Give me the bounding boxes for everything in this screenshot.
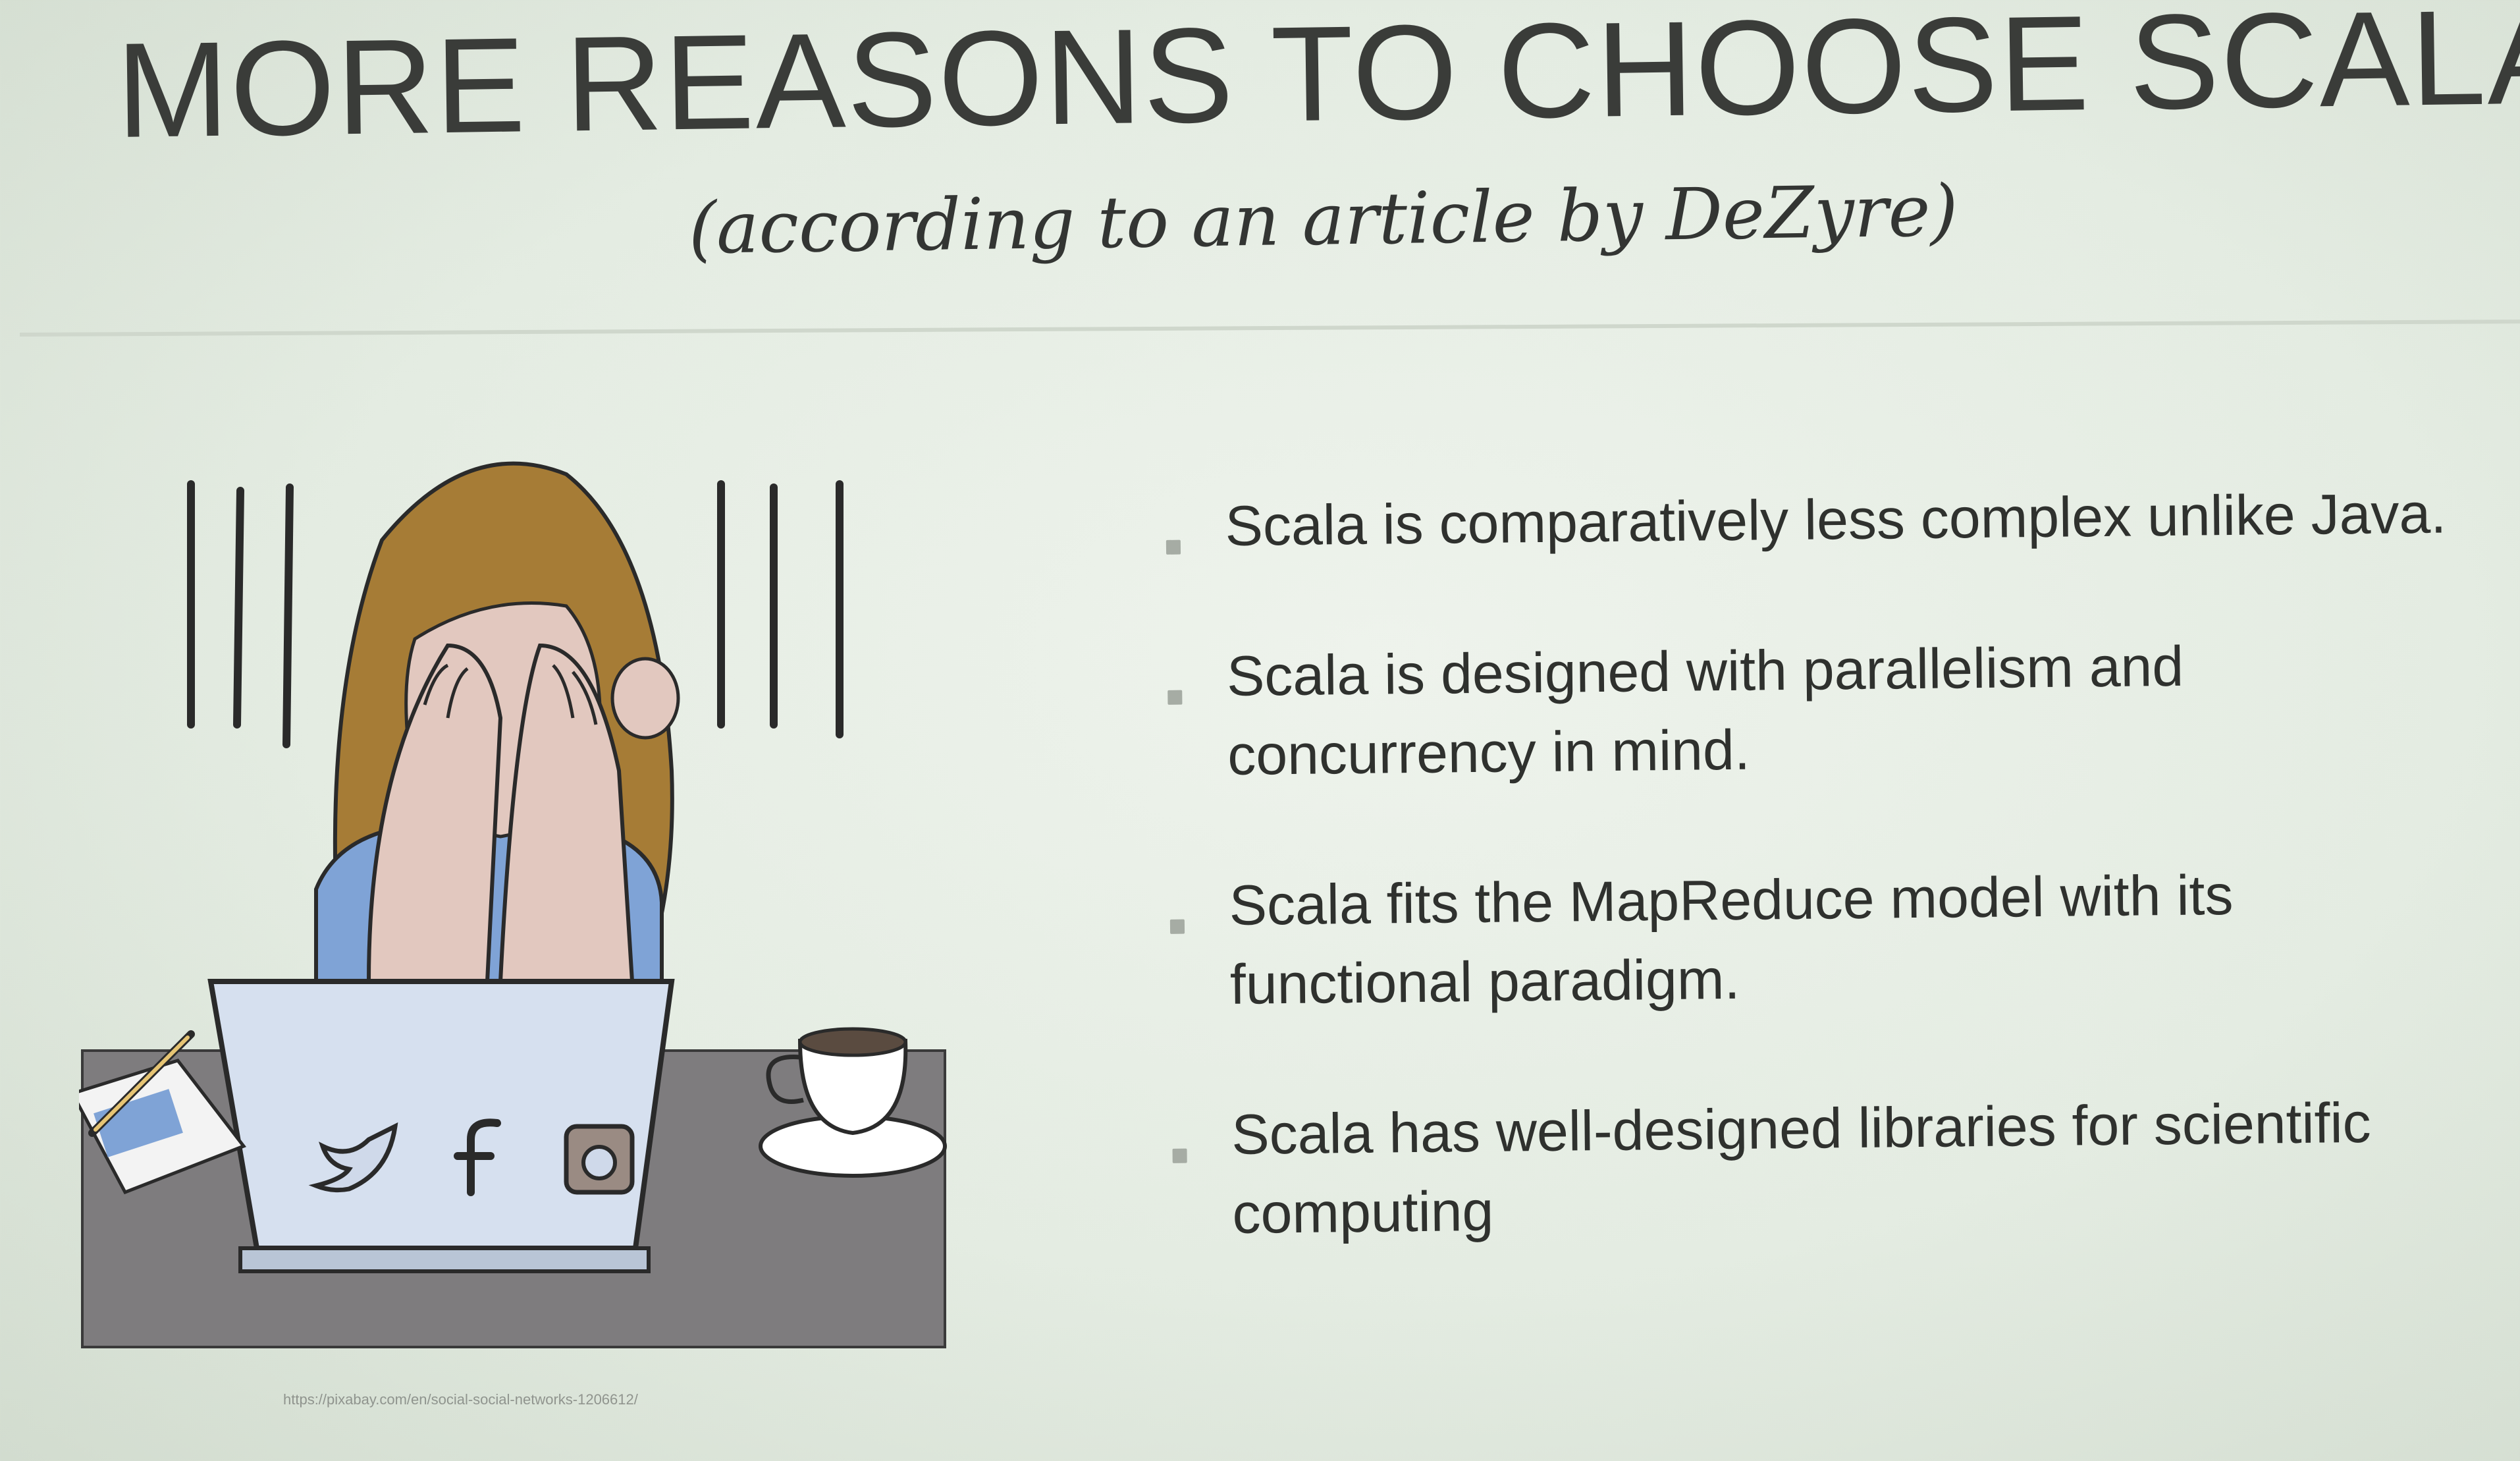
list-item: Scala is comparatively less complex unli…: [1159, 474, 2470, 566]
instagram-icon: [564, 1124, 635, 1195]
bullet-icon: [1169, 919, 1185, 934]
bullet-text: Scala has well-designed libraries for sc…: [1231, 1091, 2372, 1246]
slide-subtitle: (according to an article by DeZyre): [688, 170, 1959, 270]
divider: [20, 319, 2520, 337]
bullet-icon: [1172, 1148, 1187, 1163]
list-item: Scala has well-designed libraries for sc…: [1166, 1082, 2477, 1254]
bullet-text: Scala is comparatively less complex unli…: [1225, 482, 2447, 558]
slide-title: MORE REASONS TO CHOOSE SCALA: [115, 0, 2520, 166]
image-credit: https://pixabay.com/en/social-social-net…: [283, 1391, 638, 1408]
person: [314, 461, 680, 990]
bullet-icon: [1167, 690, 1183, 705]
bullet-text: Scala fits the MapReduce model with its …: [1229, 863, 2234, 1016]
list-item: Scala is designed with parallelism and c…: [1160, 624, 2472, 796]
list-item: Scala fits the MapReduce model with its …: [1163, 853, 2475, 1025]
illustration: [79, 461, 947, 1348]
bullet-list: Scala is comparatively less complex unli…: [1159, 474, 2478, 1325]
laptop: [207, 979, 675, 1273]
bullet-text: Scala is designed with parallelism and c…: [1226, 634, 2184, 787]
bullet-icon: [1166, 539, 1181, 555]
